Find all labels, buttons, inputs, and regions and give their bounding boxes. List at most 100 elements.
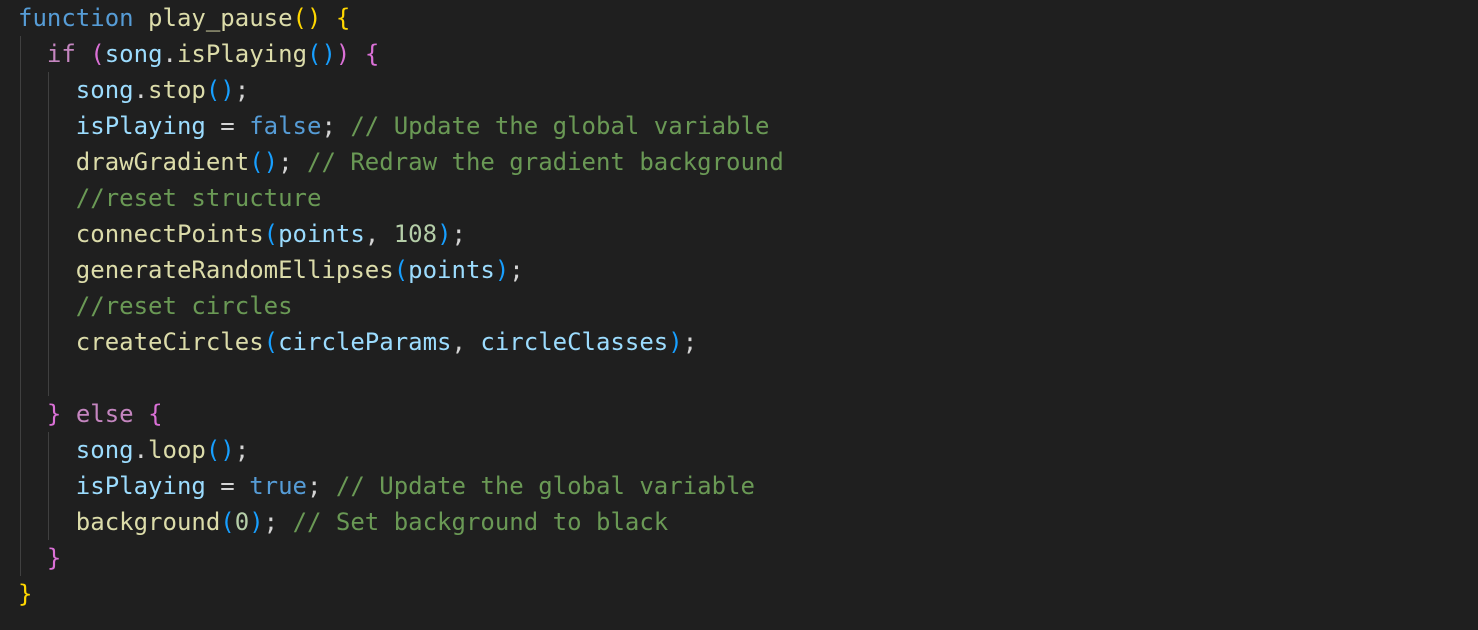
code-token: { (148, 400, 163, 428)
code-token: () (205, 76, 235, 104)
code-token: ; (509, 256, 524, 284)
code-token: song (75, 436, 134, 464)
code-token: () (249, 148, 279, 176)
code-line[interactable]: createCircles(circleParams, circleClasse… (18, 324, 697, 360)
code-token: // Update the global variable (350, 112, 770, 140)
code-token: if (46, 40, 76, 68)
code-token: stop (148, 76, 206, 104)
code-line[interactable]: isPlaying = true; // Update the global v… (18, 468, 755, 504)
code-line[interactable]: } (18, 540, 61, 576)
code-token: else (75, 400, 134, 428)
code-line[interactable]: function play_pause() { (18, 0, 350, 36)
code-token: connectPoints (75, 220, 264, 248)
code-token: ; (682, 328, 698, 356)
code-token: isPlaying (176, 40, 308, 68)
code-token: //reset circles (75, 292, 293, 320)
code-token: . (133, 76, 149, 104)
code-token: ) (668, 328, 683, 356)
code-token: isPlaying (75, 112, 206, 140)
code-token: () { (292, 4, 351, 32)
code-token: true (249, 472, 307, 500)
code-token: , (451, 328, 481, 356)
code-token: 108 (393, 220, 438, 248)
code-token: // Set background to black (292, 508, 669, 536)
code-token: { (364, 40, 380, 68)
code-line[interactable]: generateRandomEllipses(points); (18, 252, 524, 288)
code-line[interactable]: song.loop(); (18, 432, 249, 468)
code-token: ; (278, 148, 307, 176)
code-token: ( (90, 40, 105, 68)
code-token: drawGradient (75, 148, 250, 176)
code-token: points (408, 256, 495, 284)
code-token: // Update the global variable (335, 472, 755, 500)
code-token: = (205, 112, 250, 140)
code-line[interactable]: } else { (18, 396, 163, 432)
code-token: ( (263, 328, 279, 356)
code-token: function (18, 4, 134, 32)
code-token: false (249, 112, 322, 140)
code-token: // Redraw the gradient background (307, 148, 784, 176)
code-line[interactable]: background(0); // Set background to blac… (18, 504, 668, 540)
code-token: points (278, 220, 365, 248)
code-token: () (307, 40, 336, 68)
code-line[interactable]: connectPoints(points, 108); (18, 216, 466, 252)
code-editor[interactable]: function play_pause() { if (song.isPlayi… (0, 0, 1478, 630)
code-token: song (75, 76, 134, 104)
code-line[interactable]: song.stop(); (18, 72, 249, 108)
code-token: ; (321, 112, 351, 140)
code-token: } (46, 544, 62, 572)
code-token: ( (220, 508, 235, 536)
code-token: circleClasses (480, 328, 669, 356)
code-token: //reset structure (75, 184, 322, 212)
code-token: createCircles (75, 328, 264, 356)
code-token: generateRandomEllipses (75, 256, 394, 284)
code-token: song (104, 40, 163, 68)
code-line[interactable]: isPlaying = false; // Update the global … (18, 108, 770, 144)
code-token: } (46, 400, 62, 428)
code-token: ) (437, 220, 452, 248)
code-line[interactable]: drawGradient(); // Redraw the gradient b… (18, 144, 784, 180)
code-token: . (133, 436, 149, 464)
code-token: , (364, 220, 394, 248)
code-token: circleParams (278, 328, 452, 356)
code-line[interactable]: if (song.isPlaying()) { (18, 36, 379, 72)
code-token: ; (234, 436, 250, 464)
code-token: = (205, 472, 250, 500)
code-token: 0 (234, 508, 250, 536)
code-token: ( (393, 256, 409, 284)
code-line[interactable]: //reset structure (18, 180, 322, 216)
code-token: isPlaying (75, 472, 206, 500)
code-token: ; (451, 220, 466, 248)
code-token: ) (494, 256, 510, 284)
code-token: ) (335, 40, 351, 68)
code-token: play_pause (148, 4, 293, 32)
code-token: ; (307, 472, 336, 500)
code-token: } (18, 580, 33, 608)
code-token: background (75, 508, 221, 536)
code-token: ; (234, 76, 250, 104)
code-token: loop (148, 436, 206, 464)
code-token: . (162, 40, 177, 68)
code-line[interactable]: } (18, 576, 32, 612)
code-token: ; (263, 508, 293, 536)
code-line[interactable]: //reset circles (18, 288, 293, 324)
code-token: ) (249, 508, 264, 536)
